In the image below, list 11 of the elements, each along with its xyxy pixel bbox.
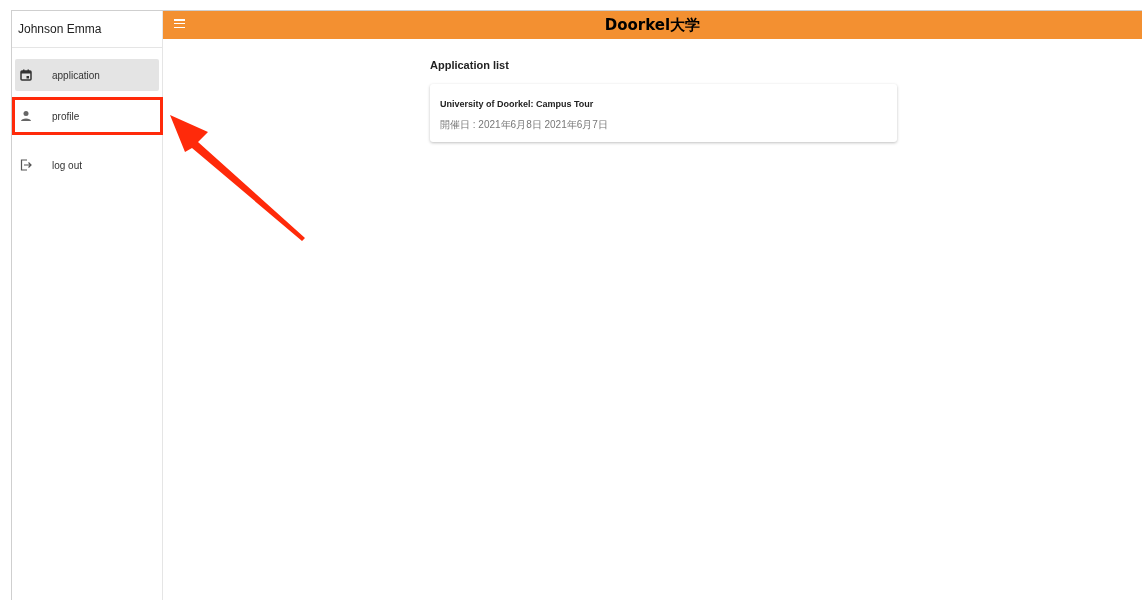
calendar-icon xyxy=(20,69,32,81)
event-dates: 開催日 : 2021年6月8日 2021年6月7日 xyxy=(440,118,609,132)
app-title: Doorkel大学 xyxy=(604,14,701,36)
event-card[interactable]: University of Doorkel: Campus Tour 開催日 : 2021年6月8日 2021年6月7日 xyxy=(430,83,897,142)
card-title: University of Doorkel: Campus Tour xyxy=(440,97,595,111)
logout-icon xyxy=(20,159,32,171)
nav-item[interactable]: application xyxy=(15,59,159,91)
section-heading: Application list xyxy=(430,58,510,73)
person-icon xyxy=(20,110,32,122)
menu-icon[interactable] xyxy=(174,19,185,28)
user-name: Johnson Emma xyxy=(18,21,102,38)
